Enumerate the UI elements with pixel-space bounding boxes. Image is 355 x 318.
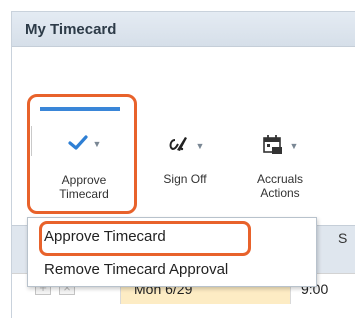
signature-icon	[166, 134, 192, 159]
approve-label-line1: Approve	[61, 173, 107, 187]
panel-title: My Timecard	[25, 21, 117, 38]
chevron-down-icon: ▼	[289, 141, 299, 151]
chevron-down-icon: ▼	[195, 141, 205, 151]
accruals-actions-button[interactable]: ▼ Accruals Actions	[242, 134, 318, 200]
panel-titlebar: My Timecard	[12, 12, 355, 47]
column-header-partial: S	[338, 230, 348, 246]
checkmark-icon	[67, 134, 89, 155]
approve-timecard-button[interactable]: ▼ Approve Timecard	[41, 132, 127, 201]
menu-item-highlight	[39, 221, 251, 256]
chevron-down-icon: ▼	[92, 139, 102, 149]
menu-item-label: Remove Timecard Approval	[44, 261, 229, 278]
sign-off-button[interactable]: ▼ Sign Off	[150, 134, 220, 186]
accruals-label-line2: Actions	[260, 186, 300, 200]
sign-off-label: Sign Off	[163, 172, 207, 186]
menu-item-remove-approval[interactable]: Remove Timecard Approval	[28, 255, 316, 285]
accruals-label-line1: Accruals	[256, 172, 303, 186]
calendar-icon	[262, 134, 286, 159]
active-indicator	[40, 107, 120, 111]
approve-label-line2: Timecard	[59, 187, 109, 201]
